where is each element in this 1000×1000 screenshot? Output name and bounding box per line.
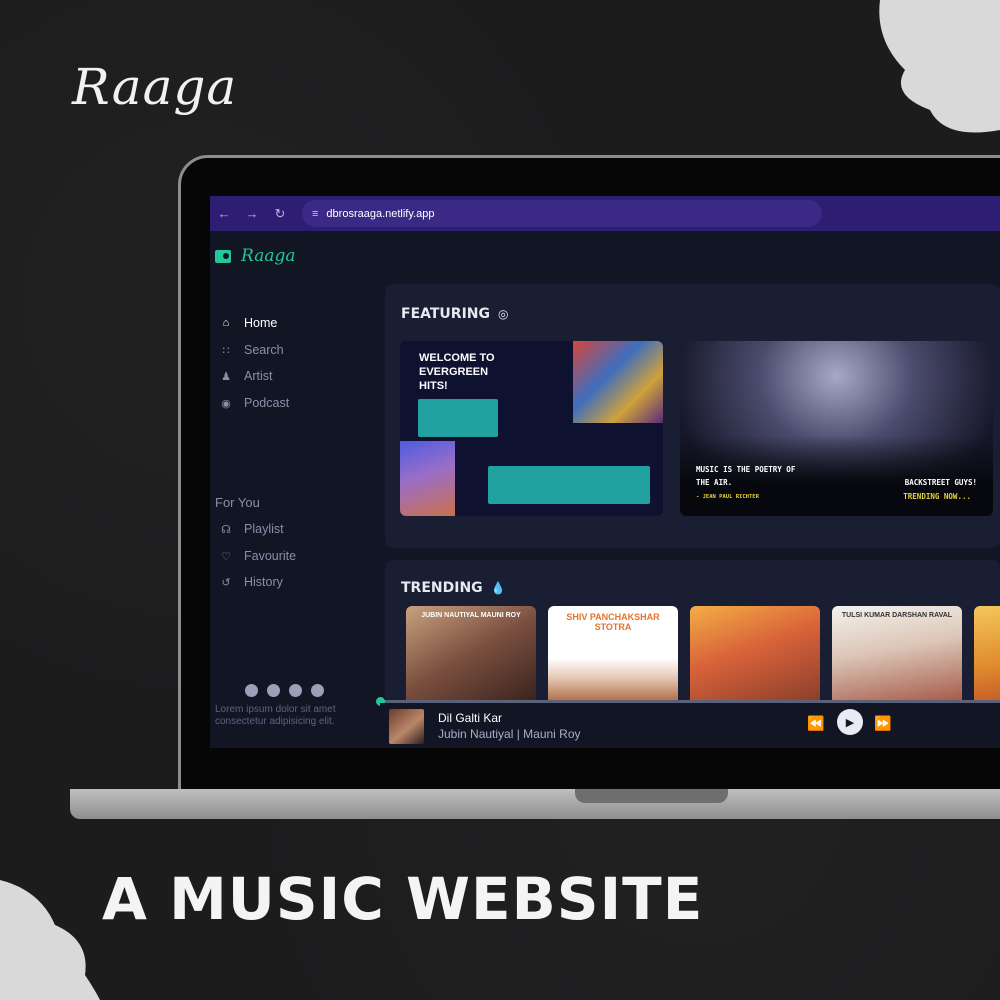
sidebar-item-favourite[interactable]: ♡ Favourite xyxy=(218,549,296,563)
grid-icon: ∷ xyxy=(222,344,230,357)
sidebar-item-label: Home xyxy=(244,316,278,330)
reload-icon[interactable]: ↻ xyxy=(266,196,294,231)
disc-icon: ◎ xyxy=(498,307,509,321)
sidebar-item-label: Podcast xyxy=(244,396,290,410)
laptop-screen: ← → ↻ ≡ dbrosraaga.netlify.app Raaga ⌂ H… xyxy=(210,196,1000,748)
sidebar-item-label: Artist xyxy=(244,369,273,383)
featuring-title: FEATURING xyxy=(401,306,490,322)
featuring-heading: FEATURING ◎ xyxy=(401,306,508,322)
play-button[interactable]: ▶ xyxy=(837,709,863,735)
forward-icon[interactable]: → xyxy=(238,196,266,231)
brand-script-logo: Raaga xyxy=(72,58,238,116)
radio-icon xyxy=(215,249,231,263)
app-logo-text: Raaga xyxy=(241,246,296,266)
home-icon: ⌂ xyxy=(222,317,230,329)
app-logo[interactable]: Raaga xyxy=(215,246,295,266)
trending-title: TRENDING xyxy=(401,580,483,596)
music-player: Dil Galti Kar Jubin Nautiyal | Mauni Roy… xyxy=(380,703,1000,748)
heart-icon: ♡ xyxy=(221,550,231,563)
now-playing-artist: Jubin Nautiyal | Mauni Roy xyxy=(438,727,581,741)
decorative-tile xyxy=(488,466,650,504)
social-links xyxy=(245,684,324,697)
cover-label: TULSI KUMAR DARSHAN RAVAL xyxy=(841,612,953,619)
address-bar[interactable]: ≡ dbrosraaga.netlify.app xyxy=(302,200,822,227)
cover-label: SHIV PANCHAKSHAR STOTRA xyxy=(566,612,660,632)
sidebar-item-search[interactable]: ∷ Search xyxy=(218,343,284,357)
instagram-icon[interactable] xyxy=(267,684,280,697)
site-settings-icon[interactable]: ≡ xyxy=(312,208,318,220)
evergreen-title: WELCOME TO EVERGREEN HITS! xyxy=(419,352,495,392)
now-playing-thumbnail xyxy=(389,709,424,744)
footer-text: Lorem ipsum dolor sit amet consectetur a… xyxy=(215,704,336,727)
next-icon[interactable]: ⏩ xyxy=(874,715,891,732)
back-icon[interactable]: ← xyxy=(210,196,238,231)
twitter-icon[interactable] xyxy=(289,684,302,697)
album-collage-image xyxy=(573,341,663,423)
cover-label: JUBIN NAUTIYAL MAUNI ROY xyxy=(421,612,521,619)
page-headline: A MUSIC WEBSITE xyxy=(102,865,704,933)
concert-quote-author: - JEAN PAUL RICHTER xyxy=(696,494,759,500)
facebook-icon[interactable] xyxy=(245,684,258,697)
sidebar-item-playlist[interactable]: ☊ Playlist xyxy=(218,522,284,536)
laptop-notch xyxy=(575,789,728,803)
for-you-heading: For You xyxy=(215,495,260,510)
paint-splat-bottom-left xyxy=(0,880,100,1000)
headphones-icon: ☊ xyxy=(221,523,231,536)
featured-card-evergreen[interactable]: WELCOME TO EVERGREEN HITS! xyxy=(400,341,663,516)
sidebar-item-label: Playlist xyxy=(244,522,284,536)
sidebar-item-artist[interactable]: ♟ Artist xyxy=(218,369,272,383)
podcast-icon: ◉ xyxy=(221,397,231,410)
sidebar-item-label: Favourite xyxy=(244,549,297,563)
featured-card-concert[interactable]: MUSIC IS THE POETRY OF THE AIR. - JEAN P… xyxy=(680,341,993,516)
previous-icon[interactable]: ⏪ xyxy=(807,715,824,732)
url-text: dbrosraaga.netlify.app xyxy=(326,207,435,220)
decorative-tile xyxy=(418,399,498,437)
laptop-base xyxy=(70,789,1000,819)
history-icon: ↺ xyxy=(221,576,231,589)
now-playing-title: Dil Galti Kar xyxy=(438,711,503,725)
concert-quote: MUSIC IS THE POETRY OF THE AIR. xyxy=(696,465,796,487)
users-icon: ♟ xyxy=(221,370,231,383)
trending-cover[interactable] xyxy=(690,606,820,701)
sidebar-item-history[interactable]: ↺ History xyxy=(218,575,283,589)
paint-splat-top-right xyxy=(879,0,1000,133)
trending-cover[interactable]: TULSI KUMAR DARSHAN RAVAL xyxy=(832,606,962,701)
browser-toolbar: ← → ↻ ≡ dbrosraaga.netlify.app xyxy=(210,196,1000,231)
album-collage-image xyxy=(400,441,455,516)
sidebar-item-home[interactable]: ⌂ Home xyxy=(218,316,278,330)
trending-heading: TRENDING 💧 xyxy=(401,580,506,596)
concert-subline: TRENDING NOW... xyxy=(903,492,971,501)
trending-cover[interactable]: SHIV PANCHAKSHAR STOTRA xyxy=(548,606,678,701)
youtube-icon[interactable] xyxy=(311,684,324,697)
concert-headline: BACKSTREET GUYS! xyxy=(904,478,977,487)
sidebar-item-label: Search xyxy=(244,343,284,357)
trending-cover[interactable]: JUBIN NAUTIYAL MAUNI ROY xyxy=(406,606,536,701)
sidebar-item-label: History xyxy=(244,575,283,589)
trending-cover[interactable] xyxy=(974,606,1000,701)
fire-icon: 💧 xyxy=(490,581,506,595)
sidebar-item-podcast[interactable]: ◉ Podcast xyxy=(218,396,289,410)
